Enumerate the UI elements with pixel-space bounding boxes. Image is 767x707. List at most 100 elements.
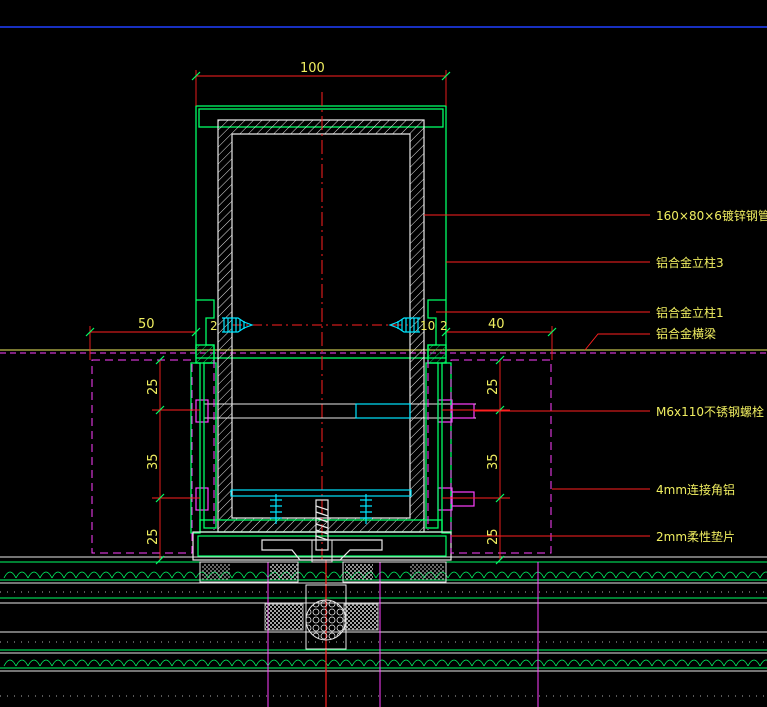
insulation-arc bbox=[471, 571, 485, 579]
insulation-arc bbox=[27, 659, 41, 667]
insulation-arc bbox=[627, 659, 641, 667]
insulation-arc bbox=[27, 571, 41, 579]
insulation-arc bbox=[255, 571, 269, 579]
insulation-arc bbox=[747, 659, 761, 667]
insulation-arc bbox=[363, 659, 377, 667]
insulation-arc bbox=[159, 659, 173, 667]
insulation-arc bbox=[687, 659, 701, 667]
insulation-arc bbox=[471, 659, 485, 667]
insulation-arc bbox=[327, 571, 341, 579]
insulation-arc bbox=[627, 571, 641, 579]
insulation-arc bbox=[711, 571, 725, 579]
insulation-arcs-upper bbox=[3, 571, 767, 579]
insulation-arc bbox=[711, 659, 725, 667]
dim-right-offset: 40 bbox=[488, 317, 505, 332]
insulation-arc bbox=[603, 659, 617, 667]
insulation-arc bbox=[663, 571, 677, 579]
insulation-arc bbox=[51, 571, 65, 579]
insulation-arc bbox=[135, 659, 149, 667]
insulation-arc bbox=[483, 659, 497, 667]
insulation-arc bbox=[495, 571, 509, 579]
insulation-arc bbox=[51, 659, 65, 667]
insulation-arc bbox=[231, 659, 245, 667]
insulation-arc bbox=[3, 571, 17, 579]
insulation-arc bbox=[639, 571, 653, 579]
insulation-arc bbox=[147, 659, 161, 667]
insulation-arc bbox=[567, 659, 581, 667]
insulation-arc bbox=[411, 659, 425, 667]
insulation-arc bbox=[111, 571, 125, 579]
insulation-arc bbox=[87, 659, 101, 667]
dim-right-small-b: 2 bbox=[440, 319, 448, 333]
dim-right-v3: 25 bbox=[486, 528, 501, 545]
insulation-arc bbox=[447, 571, 461, 579]
insulation-arc bbox=[243, 571, 257, 579]
insulation-arc bbox=[483, 571, 497, 579]
insulation-arc bbox=[639, 659, 653, 667]
insulation-arc bbox=[675, 659, 689, 667]
insulation-arc bbox=[651, 659, 665, 667]
dimension-lines bbox=[89, 70, 553, 560]
insulation-arc bbox=[63, 571, 77, 579]
insulation-arc bbox=[279, 659, 293, 667]
insulation-arc bbox=[399, 659, 413, 667]
insulation-arc bbox=[567, 571, 581, 579]
insulation-arc bbox=[123, 659, 137, 667]
insulation-arc bbox=[495, 659, 509, 667]
leader-lines bbox=[424, 214, 650, 537]
cad-section-drawing: 100 50 40 2 10 2 25 35 25 25 35 25 160×8… bbox=[0, 26, 767, 707]
spacer-blocks bbox=[199, 561, 447, 650]
insulation-arc bbox=[723, 571, 737, 579]
callout-gasket: 2mm柔性垫片 bbox=[656, 529, 735, 544]
insulation-arc bbox=[375, 659, 389, 667]
insulation-arc bbox=[255, 659, 269, 667]
insulation-arc bbox=[459, 659, 473, 667]
insulation-arc bbox=[243, 659, 257, 667]
insulation-arc bbox=[447, 659, 461, 667]
insulation-arc bbox=[603, 571, 617, 579]
insulation-arc bbox=[747, 571, 761, 579]
insulation-arc bbox=[735, 571, 749, 579]
insulation-arc bbox=[291, 659, 305, 667]
insulation-arc bbox=[75, 659, 89, 667]
insulation-arc bbox=[99, 659, 113, 667]
insulation-arc bbox=[267, 659, 281, 667]
insulation-arc bbox=[39, 659, 53, 667]
insulation-arc bbox=[615, 571, 629, 579]
insulation-arc bbox=[303, 571, 317, 579]
aluminium-mullion-profile bbox=[195, 105, 447, 364]
insulation-arc bbox=[231, 571, 245, 579]
insulation-arc bbox=[507, 571, 521, 579]
insulation-arc bbox=[339, 659, 353, 667]
insulation-arc bbox=[735, 659, 749, 667]
insulation-arc bbox=[579, 659, 593, 667]
callout-bolt: M6x110不锈钢螺栓 bbox=[656, 404, 764, 419]
insulation-arc bbox=[543, 571, 557, 579]
insulation-arc bbox=[171, 659, 185, 667]
insulation-arc bbox=[387, 659, 401, 667]
callout-mullion3: 铝合金立柱3 bbox=[656, 255, 724, 270]
insulation-arc bbox=[195, 659, 209, 667]
insulation-arc bbox=[39, 571, 53, 579]
insulation-arc bbox=[135, 571, 149, 579]
insulation-arc bbox=[579, 571, 593, 579]
insulation-arc bbox=[591, 571, 605, 579]
insulation-arc bbox=[63, 659, 77, 667]
callout-transom: 铝合金横梁 bbox=[656, 326, 716, 341]
insulation-arc bbox=[111, 659, 125, 667]
insulation-arc bbox=[387, 571, 401, 579]
stainless-bolt bbox=[195, 399, 476, 423]
dim-left-v3: 25 bbox=[146, 528, 161, 545]
stainless-bolt-lower bbox=[195, 487, 475, 511]
insulation-arc bbox=[327, 659, 341, 667]
insulation-arc bbox=[75, 571, 89, 579]
insulation-arc bbox=[207, 659, 221, 667]
insulation-arc bbox=[651, 571, 665, 579]
insulation-arc bbox=[519, 571, 533, 579]
insulation-arc bbox=[159, 571, 173, 579]
insulation-arc bbox=[759, 659, 767, 667]
insulation-arc bbox=[147, 571, 161, 579]
dim-left-small: 2 bbox=[210, 319, 218, 333]
insulation-arc bbox=[507, 659, 521, 667]
insulation-arc bbox=[87, 571, 101, 579]
